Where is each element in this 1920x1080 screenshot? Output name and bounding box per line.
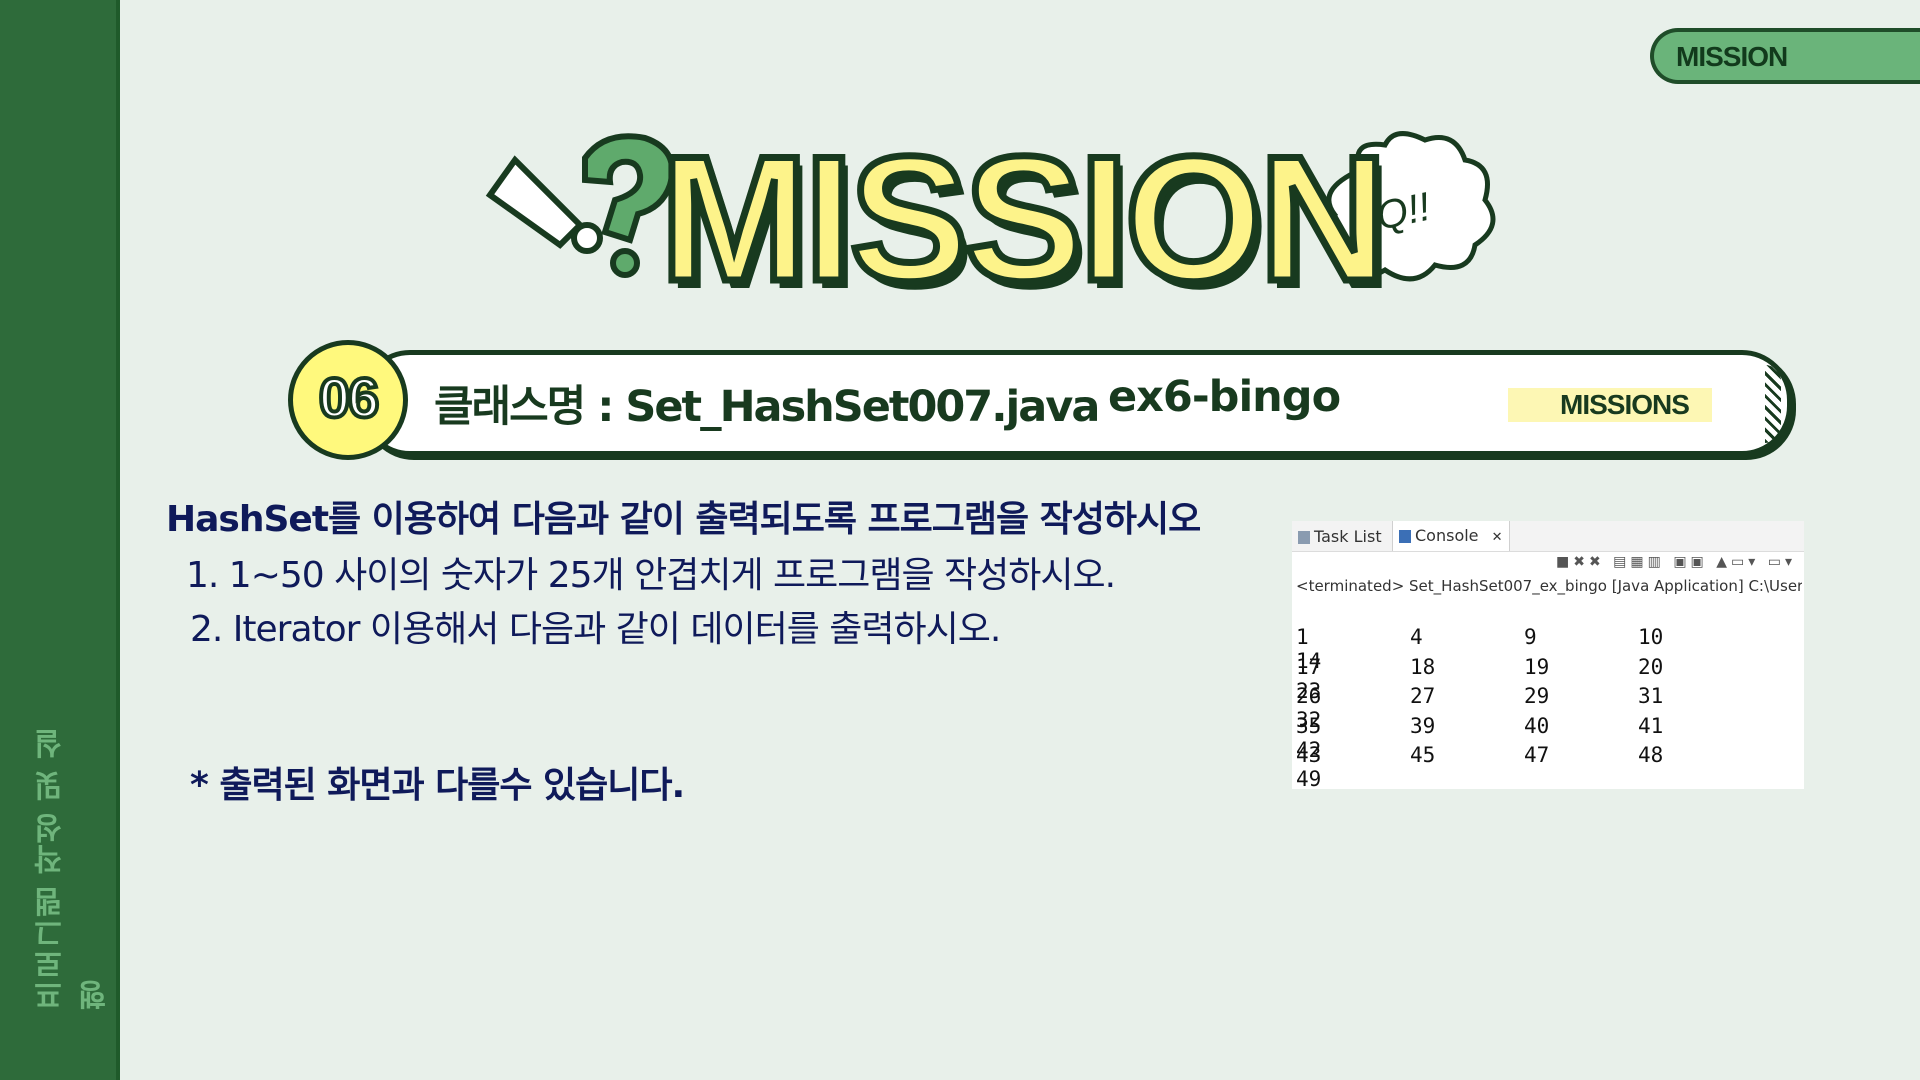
console-output-value: 45 [1410, 743, 1436, 767]
mission-number: 06 [317, 364, 381, 431]
close-icon[interactable]: ✕ [1492, 530, 1503, 545]
show-on-error-icon[interactable]: ▣ [1691, 554, 1708, 570]
console-output-value: 9 [1524, 625, 1537, 649]
dropdown-icon[interactable]: ▾ [1785, 554, 1796, 570]
open-console-icon[interactable]: ▭ [1768, 554, 1785, 570]
remove-launch-icon[interactable]: ✖ [1573, 554, 1589, 570]
console-output-value: 48 [1638, 743, 1664, 767]
dropdown-icon[interactable]: ▾ [1748, 554, 1759, 570]
project-name-label: ex6-bingo [1108, 372, 1341, 422]
banner-title: MISSION [657, 119, 1392, 318]
missions-pill: MISSIONS [1508, 388, 1712, 422]
console-output-value: 41 [1638, 713, 1664, 738]
console-output-value: 39 [1410, 713, 1436, 738]
console-output-value: 31 [1638, 684, 1664, 708]
missions-pill-label: MISSIONS [1560, 389, 1690, 420]
console-output-row: 35 39 40 4142 [1296, 713, 1804, 762]
console-output-value: 43 [1296, 743, 1322, 767]
instruction-heading: HashSet를 이용하여 다음과 같이 출력되도록 프로그램을 작성하시오 [166, 499, 1201, 540]
console-output-value: 20 [1638, 654, 1664, 679]
console-output-value: 17 [1296, 654, 1322, 679]
tab-task-list[interactable]: Task List [1298, 527, 1382, 546]
console-output-value: 27 [1410, 684, 1436, 708]
remove-all-icon[interactable]: ✖ [1589, 554, 1605, 570]
console-output-value: 47 [1524, 743, 1550, 767]
console-output-value: 4 [1410, 625, 1423, 649]
console-output-value: 1 [1296, 625, 1309, 649]
console-tab-bar: Task List Console ✕ [1292, 521, 1804, 552]
instruction-note: * 출력된 화면과 다를수 있습니다. [190, 765, 685, 806]
mission-number-badge: 06 [288, 340, 408, 460]
tab-console[interactable]: Console ✕ [1392, 521, 1510, 551]
clear-console-icon[interactable]: ▤ [1613, 554, 1630, 570]
instruction-item-2: 2. Iterator 이용해서 다음과 같이 데이터를 출력하시오. [190, 609, 1001, 650]
console-output-value: 10 [1638, 625, 1664, 649]
console-output: 1 4 9 1014 17 18 19 2023 26 27 29 3132 35 39 40 4142 43 4… [1296, 625, 1804, 791]
stop-icon[interactable]: ■ [1556, 554, 1573, 570]
display-console-icon[interactable]: ▭ [1731, 554, 1748, 570]
console-toolbar: ■✖✖ ▤▦▥ ▣▣ ▲▭▾ ▭▾ [1556, 554, 1796, 574]
mission-banner: Q!! MISSION [480, 119, 1510, 330]
show-on-output-icon[interactable]: ▣ [1673, 554, 1690, 570]
task-list-icon [1298, 531, 1310, 544]
console-panel: Task List Console ✕ ■✖✖ ▤▦▥ ▣▣ ▲▭▾ ▭▾ <t… [1292, 521, 1804, 791]
sidebar-label: 프로그램 작성 및 실행 [34, 727, 113, 1010]
console-output-value: 35 [1296, 713, 1322, 738]
terminated-label: <terminated> Set_HashSet007_ex_bingo [Ja… [1296, 577, 1802, 595]
console-output-value: 40 [1524, 713, 1550, 738]
console-output-row: 43 45 47 48 49 [1296, 743, 1804, 791]
mission-tag: MISSION [1650, 28, 1920, 84]
word-wrap-icon[interactable]: ▥ [1648, 554, 1665, 570]
console-output-value: 49 [1296, 767, 1322, 791]
console-output-value: 19 [1524, 654, 1550, 679]
scroll-lock-icon[interactable]: ▦ [1630, 554, 1647, 570]
console-icon [1399, 530, 1411, 543]
console-output-value: 26 [1296, 684, 1322, 708]
sidebar: 프로그램 작성 및 실행 [0, 0, 120, 1080]
console-output-row: 1 4 9 1014 [1296, 625, 1804, 673]
mission-tag-label: MISSION [1676, 41, 1788, 72]
console-output-value: 18 [1410, 654, 1436, 679]
console-output-row: 17 18 19 2023 [1296, 654, 1804, 703]
bar-hatch-decor [1765, 365, 1781, 443]
class-name-label: 클래스명 : Set_HashSet007.java [434, 382, 1100, 432]
console-output-row: 26 27 29 3132 [1296, 684, 1804, 732]
pin-console-icon[interactable]: ▲ [1716, 554, 1731, 570]
console-output-value: 29 [1524, 684, 1550, 708]
instruction-item-1: 1. 1~50 사이의 숫자가 25개 안겹치게 프로그램을 작성하시오. [186, 555, 1116, 596]
